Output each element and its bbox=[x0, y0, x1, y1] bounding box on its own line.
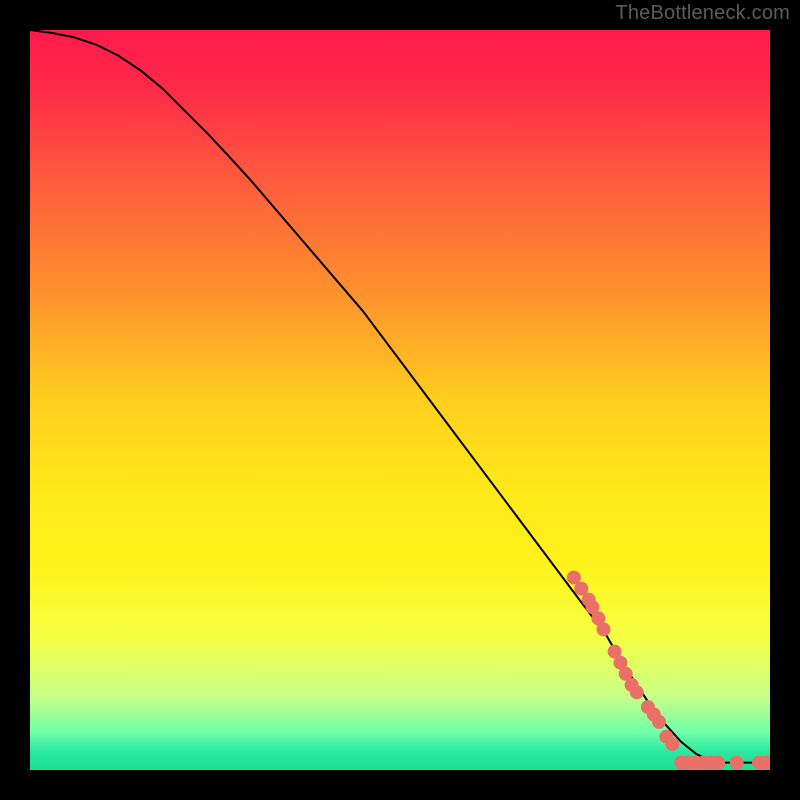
data-point bbox=[665, 737, 679, 751]
chart-frame: TheBottleneck.com bbox=[0, 0, 800, 800]
chart-svg bbox=[30, 30, 770, 770]
gradient-background bbox=[30, 30, 770, 770]
data-point bbox=[730, 756, 744, 770]
attribution-text: TheBottleneck.com bbox=[615, 2, 790, 25]
data-point bbox=[597, 622, 611, 636]
data-point bbox=[652, 715, 666, 729]
data-point bbox=[711, 756, 725, 770]
plot-area bbox=[30, 30, 770, 770]
data-point bbox=[630, 685, 644, 699]
